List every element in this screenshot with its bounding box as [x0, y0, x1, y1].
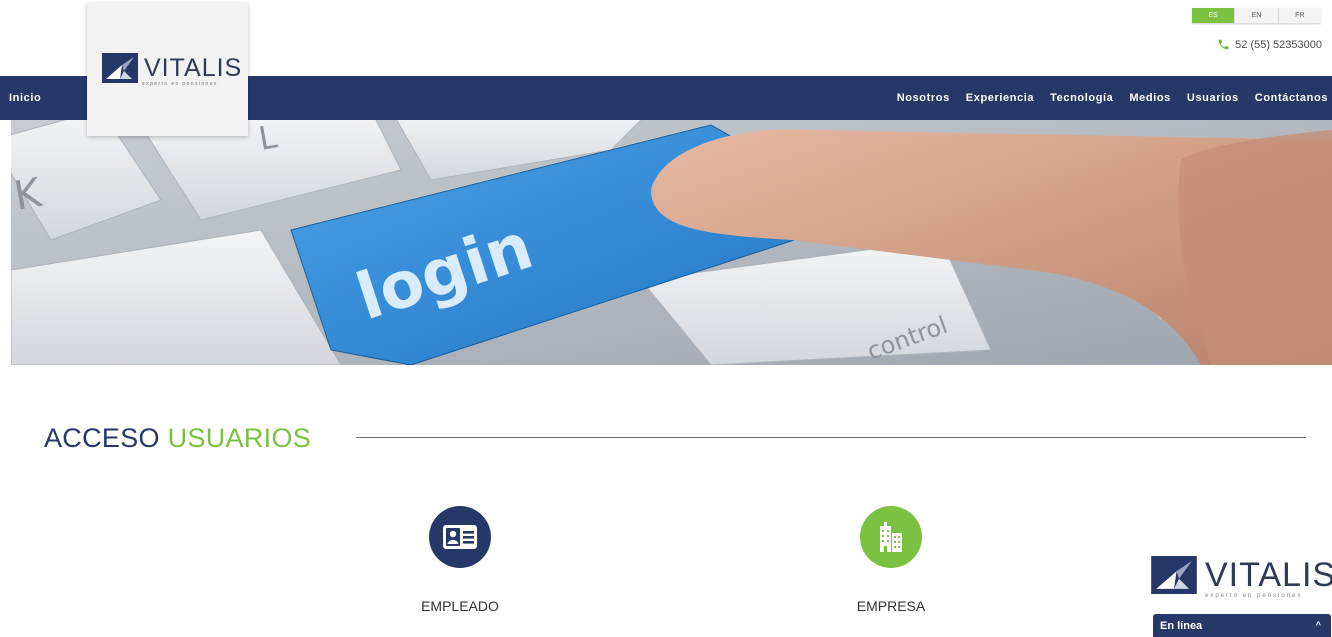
nav-item-nosotros[interactable]: Nosotros — [897, 92, 950, 104]
phone-contact[interactable]: 52 (55) 52353000 — [1217, 38, 1322, 51]
nav-item-experiencia[interactable]: Experiencia — [966, 92, 1034, 104]
hero-banner: login control K L — [11, 120, 1332, 365]
empresa-label[interactable]: EMPRESA — [826, 598, 956, 614]
nav-item-tecnologia[interactable]: Tecnología — [1050, 92, 1113, 104]
chat-widget-bar[interactable]: En línea ^ — [1153, 614, 1331, 637]
empleado-label[interactable]: EMPLEADO — [395, 598, 525, 614]
logo-text: VITALIS — [144, 53, 243, 82]
title-part-usuarios: USUARIOS — [167, 423, 312, 453]
buildings-icon — [880, 522, 902, 552]
nav-menu: Nosotros Experiencia Tecnología Medios U… — [881, 92, 1328, 104]
nav-item-contactanos[interactable]: Contáctanos — [1255, 92, 1328, 104]
vitalis-logo-icon — [1151, 556, 1197, 594]
language-switcher: ES EN FR — [1192, 8, 1321, 23]
lang-es-button[interactable]: ES — [1192, 8, 1235, 23]
lang-fr-button[interactable]: FR — [1277, 8, 1321, 23]
empresa-icon-circle[interactable] — [860, 506, 922, 568]
page-title: ACCESO USUARIOS — [44, 423, 311, 454]
phone-icon — [1217, 38, 1230, 51]
id-card-icon — [443, 525, 477, 549]
hero-keyboard-illustration: login control K L — [11, 120, 1332, 365]
phone-number: 52 (55) 52353000 — [1235, 38, 1322, 51]
title-divider — [356, 437, 1306, 438]
lang-en-button[interactable]: EN — [1234, 8, 1278, 23]
chat-logo: VITALIS — [1151, 556, 1332, 594]
title-part-acceso: ACCESO — [44, 423, 160, 453]
nav-item-medios[interactable]: Medios — [1129, 92, 1171, 104]
empleado-option[interactable]: EMPLEADO — [395, 506, 525, 614]
logo-mark: VITALIS — [102, 53, 242, 83]
chat-status: En línea — [1160, 620, 1203, 632]
nav-item-inicio[interactable]: Inicio — [9, 92, 41, 104]
site-logo[interactable]: VITALIS experto en pensiones — [87, 3, 248, 136]
chat-logo-tagline: experto en pensiones — [1205, 593, 1303, 599]
vitalis-logo-icon — [102, 53, 138, 83]
chevron-up-icon[interactable]: ^ — [1316, 620, 1321, 630]
chat-logo-text: VITALIS — [1205, 556, 1332, 594]
empresa-option[interactable]: EMPRESA — [826, 506, 956, 614]
logo-tagline: experto en pensiones — [142, 81, 218, 87]
nav-item-usuarios[interactable]: Usuarios — [1187, 92, 1239, 104]
empleado-icon-circle[interactable] — [429, 506, 491, 568]
